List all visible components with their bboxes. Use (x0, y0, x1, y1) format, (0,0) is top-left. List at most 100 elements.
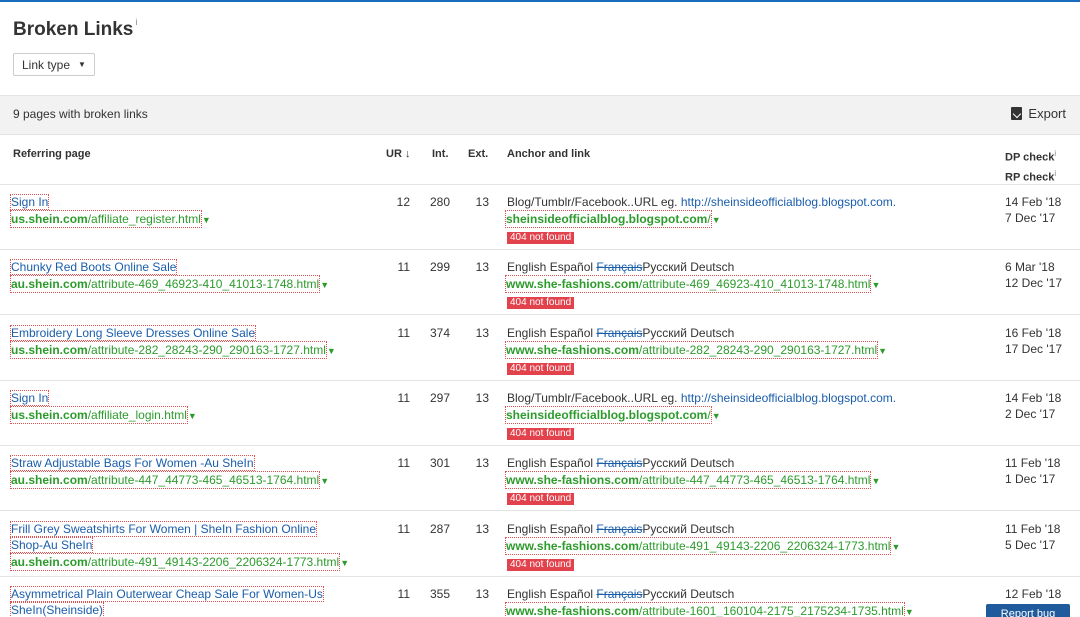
url-path: /attribute-491_49143-2206_2206324-1773.h… (638, 538, 891, 553)
col-anchor[interactable]: Anchor and link (507, 148, 590, 160)
rp-check-date: 12 Dec '17 (1005, 276, 1062, 291)
dropdown-triangle-icon[interactable]: ▼ (340, 558, 349, 568)
dropdown-triangle-icon[interactable]: ▼ (188, 411, 197, 421)
caret-down-icon: ▼ (78, 60, 86, 69)
anchor-text-part: http://sheinsideofficialblog.blogspot.co… (680, 390, 897, 405)
referring-page-title-link[interactable]: Shop-Au SheIn (10, 536, 94, 553)
referring-page-title-link[interactable]: Frill Grey Sweatshirts For Women | SheIn… (10, 520, 318, 537)
referring-page-cell: Straw Adjustable Bags For Women -Au SheI… (10, 455, 380, 490)
anchor-text: English Español FrançaisРусский Deutsch (507, 455, 880, 471)
dropdown-triangle-icon[interactable]: ▼ (712, 411, 721, 421)
referring-page-title-link[interactable]: Asymmetrical Plain Outerwear Cheap Sale … (10, 585, 324, 602)
anchor-link-cell: Blog/Tumblr/Facebook..URL eg. http://she… (505, 194, 897, 244)
int-value: 287 (429, 521, 450, 536)
referring-page-url-link[interactable]: au.shein.com/attribute-447_44773-465_465… (10, 471, 321, 490)
broken-link-url[interactable]: www.she-fashions.com/attribute-447_44773… (505, 471, 872, 490)
col-checks[interactable]: DP checki RP checki (1005, 146, 1056, 185)
check-dates-cell: 6 Mar '18 12 Dec '17 (1005, 259, 1062, 291)
url-path: /attribute-447_44773-465_46513-1764.html (638, 473, 871, 488)
results-toolbar: 9 pages with broken links Export (0, 95, 1080, 135)
broken-link-url[interactable]: sheinsideofficialblog.blogspot.com/ (505, 405, 712, 424)
anchor-link-cell: English Español FrançaisРусский Deutsch w… (505, 325, 887, 375)
dropdown-triangle-icon[interactable]: ▼ (871, 476, 880, 486)
col-ur[interactable]: UR ↓ (386, 148, 410, 160)
url-path: /attribute-491_49143-2206_2206324-1773.h… (87, 554, 340, 569)
referring-page-title-link[interactable]: Straw Adjustable Bags For Women -Au SheI… (10, 455, 255, 472)
table-header: Referring page UR ↓ Int. Ext. Anchor and… (0, 135, 1080, 185)
anchor-link-cell: English Español FrançaisРусский Deutsch w… (505, 259, 880, 310)
referring-page-url-link[interactable]: us.shein.com/attribute-282_28243-290_290… (10, 340, 327, 359)
dropdown-triangle-icon[interactable]: ▼ (327, 346, 336, 356)
broken-link-url[interactable]: sheinsideofficialblog.blogspot.com/ (505, 210, 712, 228)
export-icon (1011, 107, 1023, 120)
col-referring-page[interactable]: Referring page (13, 148, 91, 160)
referring-page-title-link[interactable]: Sign In (10, 389, 50, 406)
check-dates-cell: 16 Feb '18 17 Dec '17 (1005, 325, 1062, 357)
table-row: Frill Grey Sweatshirts For Women | SheIn… (0, 512, 1080, 577)
referring-page-cell: Sign In us.shein.com/affiliate_login.html… (10, 389, 380, 424)
referring-page-cell: Chunky Red Boots Online Sale au.shein.com… (10, 259, 380, 294)
dropdown-triangle-icon[interactable]: ▼ (878, 346, 887, 356)
col-int[interactable]: Int. (432, 148, 449, 160)
broken-link-url[interactable]: www.she-fashions.com/attribute-1601_1601… (505, 601, 905, 617)
dropdown-triangle-icon[interactable]: ▼ (320, 476, 329, 486)
url-domain: sheinsideofficialblog.blogspot.com (506, 407, 708, 422)
dropdown-triangle-icon[interactable]: ▼ (871, 280, 880, 290)
referring-page-url-link[interactable]: au.shein.com/attribute-491_49143-2206_22… (10, 552, 341, 571)
status-badge: 404 not found (507, 297, 575, 310)
dp-check-date: 11 Feb '18 (1005, 456, 1061, 471)
dropdown-triangle-icon[interactable]: ▼ (905, 607, 914, 617)
anchor-link-cell: English Español FrançaisРусский Deutsch w… (505, 455, 880, 506)
anchor-text: Blog/Tumblr/Facebook..URL eg. http://she… (507, 390, 896, 406)
referring-page-cell: Sign In us.shein.com/affiliate_register.h… (10, 194, 380, 228)
url-domain: us.shein.com (11, 212, 88, 226)
anchor-text-part: Русский Deutsch (642, 456, 735, 471)
int-value: 374 (429, 325, 450, 340)
anchor-text: English Español FrançaisРусский Deutsch (507, 521, 900, 537)
link-type-dropdown[interactable]: Link type ▼ (13, 53, 95, 76)
dp-check-date: 14 Feb '18 (1005, 390, 1062, 405)
table-row: Embroidery Long Sleeve Dresses Online Sa… (0, 316, 1080, 381)
ur-value: 12 (396, 195, 410, 209)
referring-page-title-link[interactable]: Sign In (10, 194, 50, 210)
url-domain: www.she-fashions.com (506, 603, 639, 617)
export-button[interactable]: Export (1011, 106, 1066, 121)
check-dates-cell: 12 Feb '18 (1005, 586, 1061, 602)
dropdown-triangle-icon[interactable]: ▼ (712, 215, 721, 225)
ur-value: 11 (397, 586, 410, 601)
rp-check-date: 5 Dec '17 (1005, 537, 1056, 552)
status-badge: 404 not found (507, 362, 575, 375)
ext-value: 13 (475, 195, 489, 209)
table-row: Sign In us.shein.com/affiliate_login.html… (0, 381, 1080, 446)
ext-value: 13 (475, 260, 489, 275)
check-dates-cell: 11 Feb '18 1 Dec '17 (1005, 455, 1060, 487)
dropdown-triangle-icon[interactable]: ▼ (202, 215, 211, 225)
dropdown-triangle-icon[interactable]: ▼ (320, 280, 329, 290)
referring-page-url-link[interactable]: au.shein.com/attribute-469_46923-410_410… (10, 275, 321, 294)
anchor-text-part: http://sheinsideofficialblog.blogspot.co… (680, 195, 897, 209)
info-icon[interactable]: i (135, 17, 137, 27)
anchor-text-part: English Español (507, 456, 597, 471)
broken-link-url[interactable]: www.she-fashions.com/attribute-282_28243… (505, 340, 879, 359)
dp-check-date: 16 Feb '18 (1005, 325, 1062, 340)
table-row: Asymmetrical Plain Outerwear Cheap Sale … (0, 577, 1080, 617)
referring-page-title-link[interactable]: SheIn(Sheinside) (10, 601, 105, 617)
dropdown-triangle-icon[interactable]: ▼ (891, 542, 900, 552)
referring-page-url-link[interactable]: us.shein.com/affiliate_login.html (10, 405, 188, 424)
broken-link-url[interactable]: www.she-fashions.com/attribute-469_46923… (505, 275, 872, 294)
table-row: Straw Adjustable Bags For Women -Au SheI… (0, 446, 1080, 512)
url-path: / (707, 212, 711, 226)
url-domain: au.shein.com (11, 554, 88, 569)
url-domain: sheinsideofficialblog.blogspot.com (506, 212, 708, 226)
col-ext[interactable]: Ext. (468, 148, 488, 160)
referring-page-title-link[interactable]: Embroidery Long Sleeve Dresses Online Sa… (10, 324, 257, 341)
info-icon: i (1054, 149, 1057, 158)
int-value: 355 (429, 586, 450, 601)
referring-page-url-link[interactable]: us.shein.com/affiliate_register.html (10, 210, 202, 228)
referring-page-title-link[interactable]: Chunky Red Boots Online Sale (10, 259, 178, 276)
broken-link-url[interactable]: www.she-fashions.com/attribute-491_49143… (505, 536, 892, 555)
check-dates-cell: 14 Feb '18 7 Dec '17 (1005, 194, 1061, 226)
report-bug-button[interactable]: Report bug (986, 604, 1070, 617)
anchor-text-part: Français (596, 325, 643, 340)
ur-value: 11 (397, 325, 410, 340)
